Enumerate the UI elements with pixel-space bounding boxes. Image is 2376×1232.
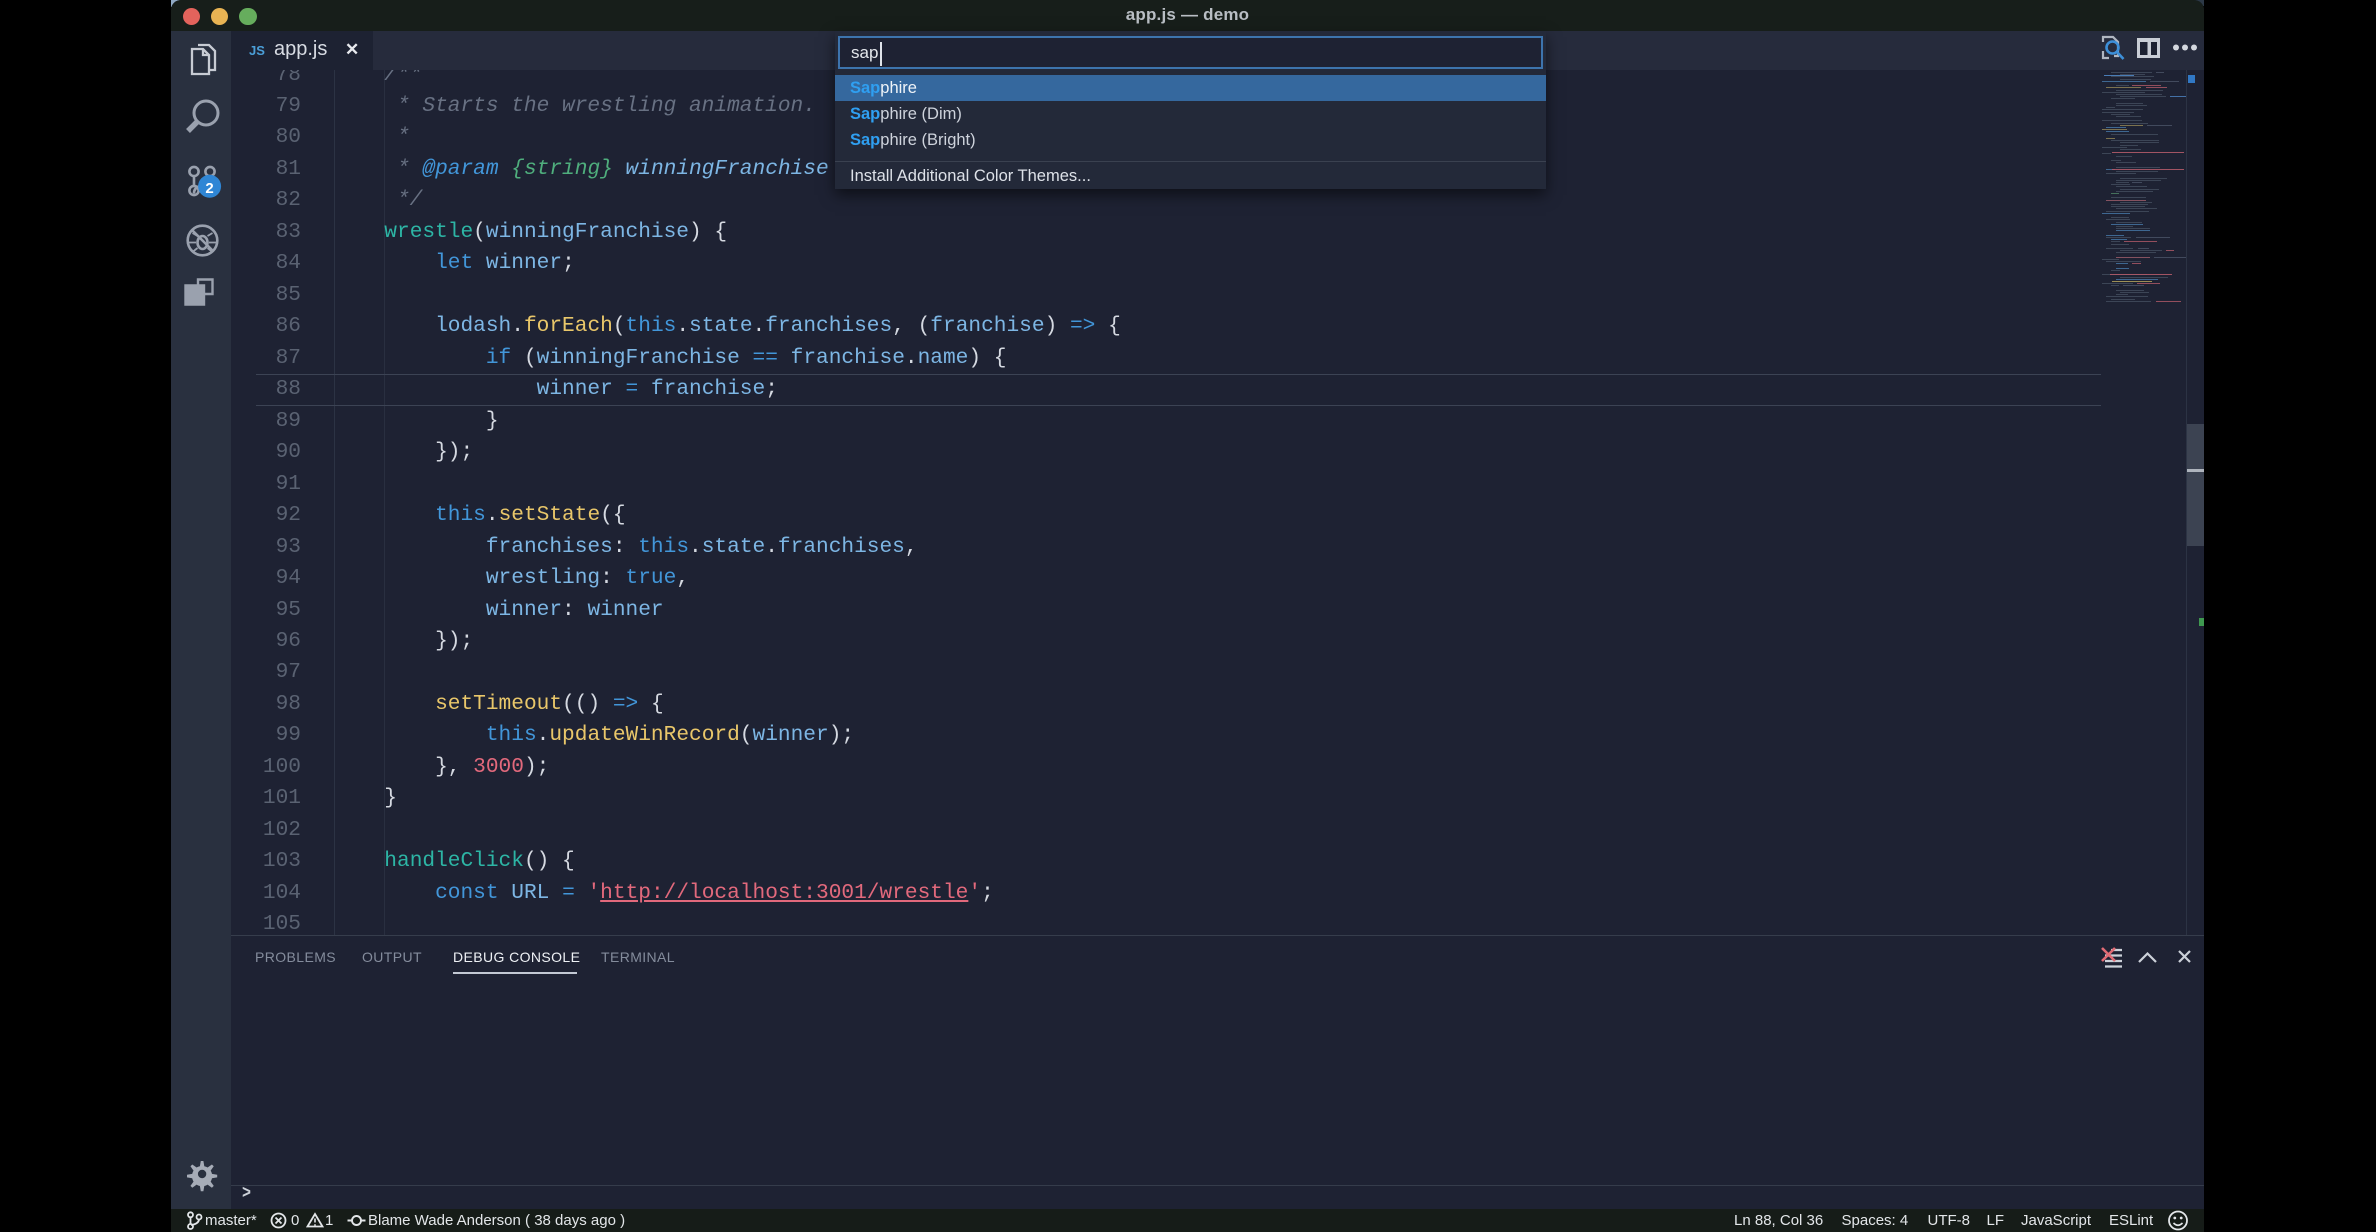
svg-text:2: 2 xyxy=(205,180,213,197)
